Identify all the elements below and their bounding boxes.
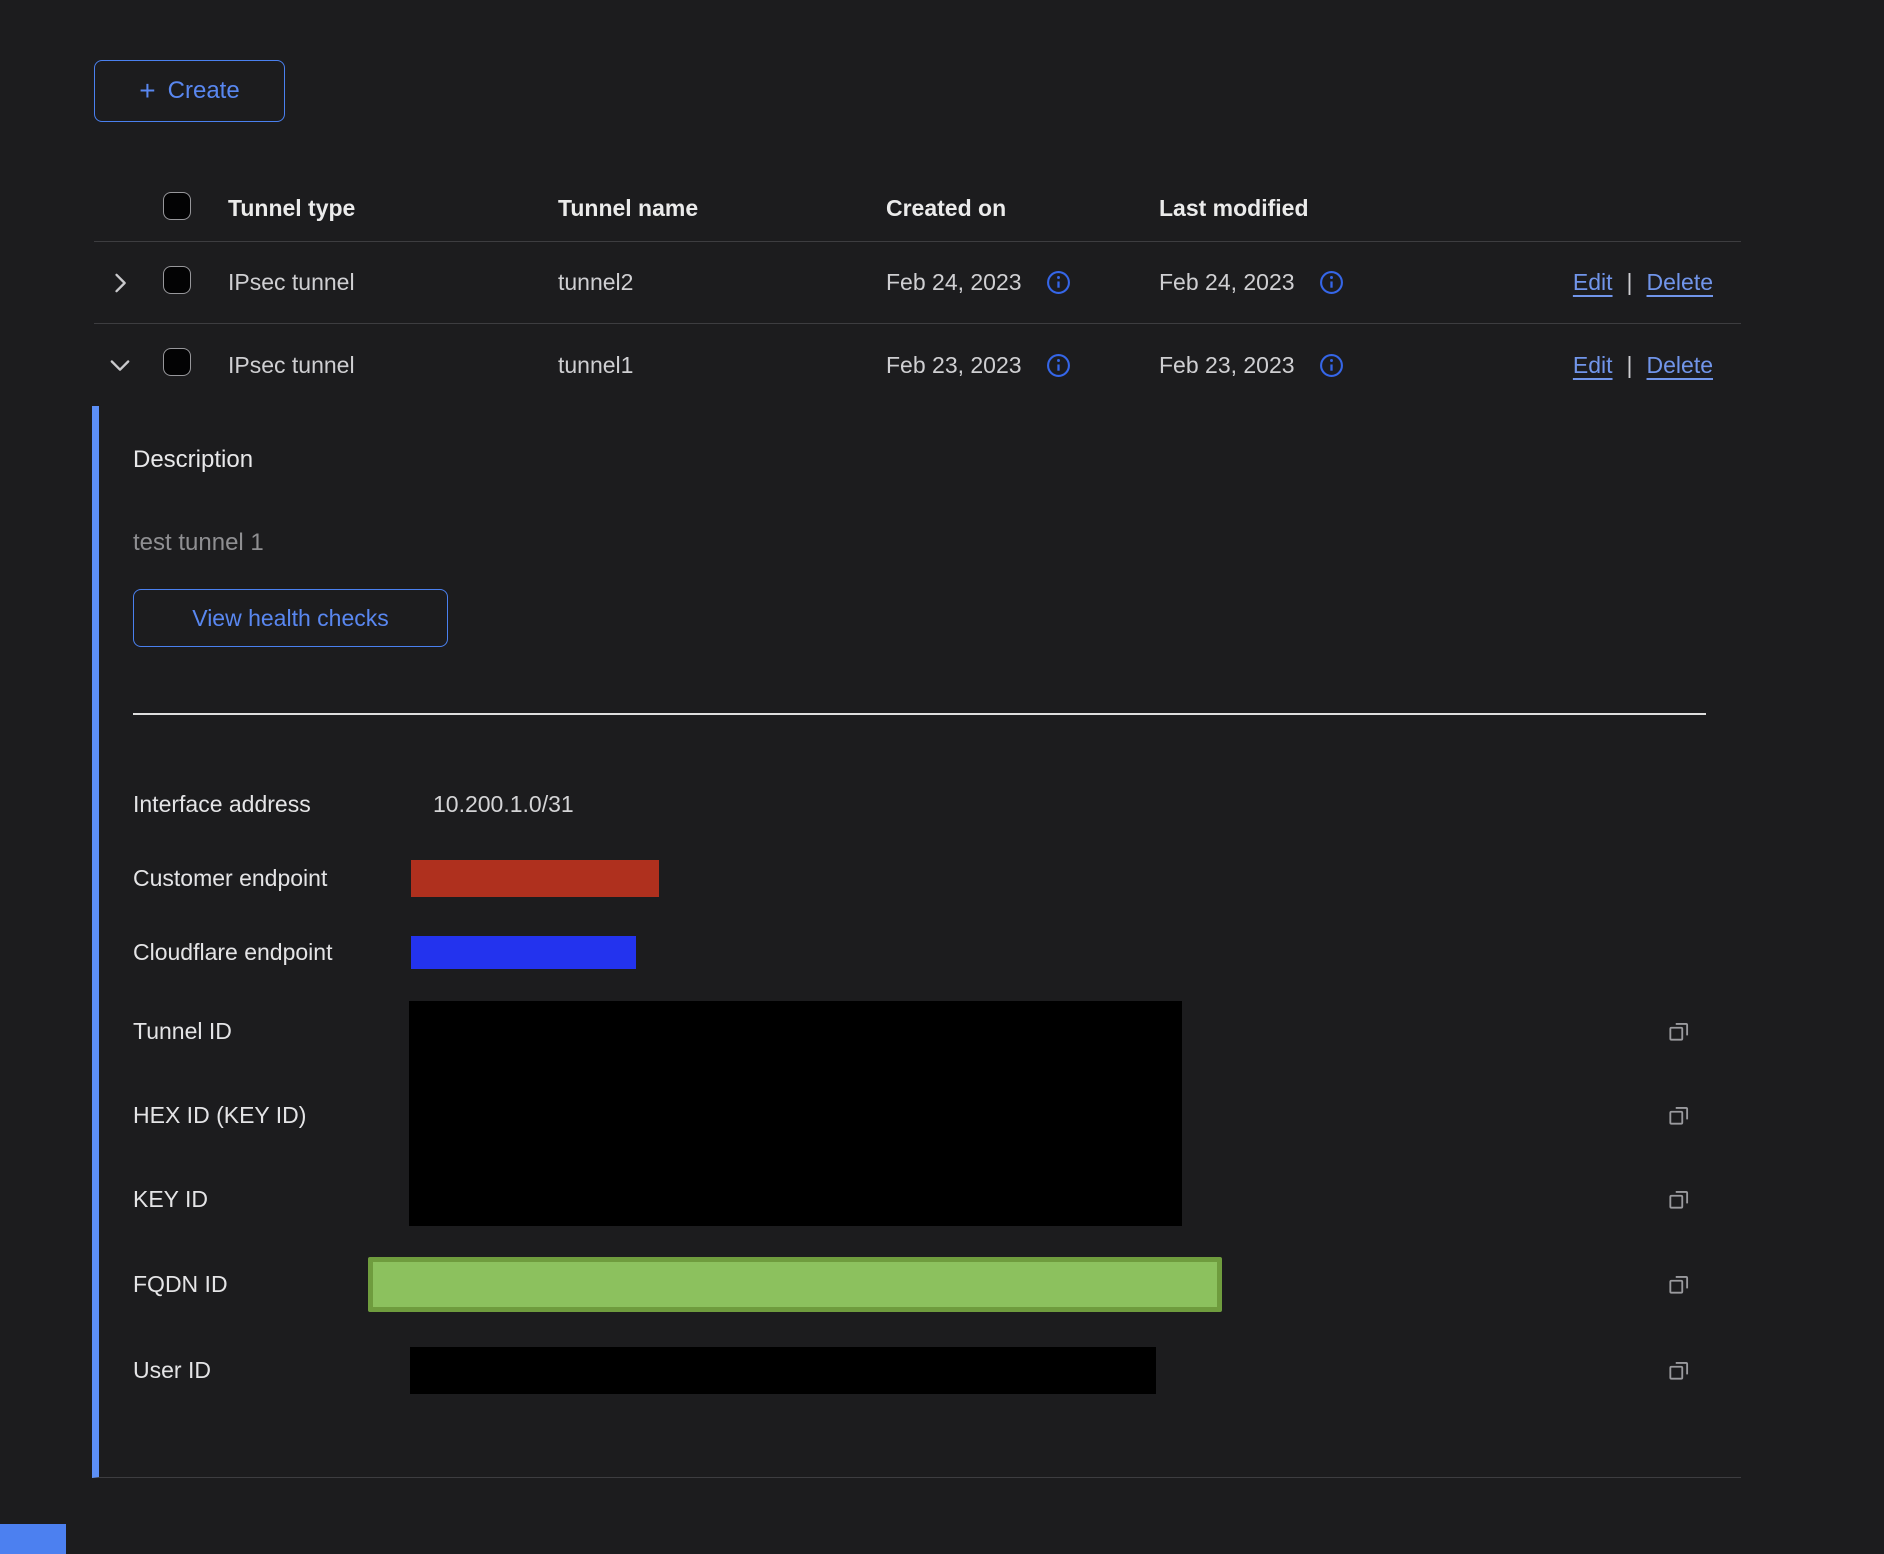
action-separator: | (1627, 269, 1633, 296)
collapse-row-button[interactable] (106, 351, 134, 379)
redacted-user-id-value (410, 1347, 1156, 1394)
info-icon[interactable] (1046, 270, 1071, 295)
row-checkbox[interactable] (163, 266, 191, 294)
col-header-created-on: Created on (886, 195, 1159, 222)
redacted-cloudflare-endpoint-value (411, 936, 636, 969)
ipsec-tunnels-page: + Create Tunnel type Tunnel name Created… (0, 0, 1884, 1554)
field-label: Tunnel ID (133, 989, 409, 1073)
action-separator: | (1627, 352, 1633, 379)
copy-hex-id-button[interactable] (1666, 1102, 1692, 1128)
redacted-fqdn-id-value (368, 1257, 1222, 1312)
row-checkbox[interactable] (163, 348, 191, 376)
tunnel-name-cell: tunnel2 (558, 269, 886, 296)
view-health-checks-button[interactable]: View health checks (133, 589, 448, 647)
created-on-cell: Feb 24, 2023 (886, 269, 1022, 296)
tunnel-name-cell: tunnel1 (558, 352, 886, 379)
table-row: IPsec tunnel tunnel2 Feb 24, 2023 Feb 24… (94, 242, 1741, 324)
copy-icon (1666, 1357, 1692, 1383)
col-header-last-modified: Last modified (1159, 195, 1514, 222)
copy-icon (1666, 1186, 1692, 1212)
delete-link[interactable]: Delete (1647, 269, 1713, 296)
redacted-ids-value (409, 1001, 1182, 1226)
copy-icon (1666, 1018, 1692, 1044)
table-row: IPsec tunnel tunnel1 Feb 23, 2023 Feb 23… (94, 324, 1741, 406)
col-header-tunnel-type: Tunnel type (228, 195, 558, 222)
field-user-id: User ID (133, 1327, 1741, 1413)
delete-link[interactable]: Delete (1647, 352, 1713, 379)
description-value: test tunnel 1 (133, 529, 1741, 557)
description-label: Description (133, 446, 1741, 474)
field-interface-address: Interface address 10.200.1.0/31 (133, 767, 1741, 841)
table-header: Tunnel type Tunnel name Created on Last … (94, 156, 1741, 242)
expanded-tunnel-panel: Description test tunnel 1 View health ch… (92, 406, 1741, 1478)
plus-icon: + (139, 77, 155, 105)
create-button-label: Create (168, 77, 240, 105)
info-icon[interactable] (1319, 353, 1344, 378)
chevron-right-icon (106, 269, 134, 297)
info-icon[interactable] (1319, 270, 1344, 295)
panel-divider (133, 713, 1706, 715)
field-label: Cloudflare endpoint (133, 939, 409, 966)
select-all-checkbox[interactable] (163, 192, 191, 220)
expand-row-button[interactable] (106, 269, 134, 297)
copy-tunnel-id-button[interactable] (1666, 1018, 1692, 1044)
edit-link[interactable]: Edit (1573, 269, 1613, 296)
copy-key-id-button[interactable] (1666, 1186, 1692, 1212)
last-modified-cell: Feb 24, 2023 (1159, 269, 1295, 296)
col-header-tunnel-name: Tunnel name (558, 195, 886, 222)
field-label: HEX ID (KEY ID) (133, 1073, 409, 1157)
tunnel-type-cell: IPsec tunnel (228, 269, 558, 296)
copy-icon (1666, 1271, 1692, 1297)
field-fqdn-id: FQDN ID (133, 1241, 1741, 1327)
tunnels-table: Tunnel type Tunnel name Created on Last … (94, 156, 1741, 406)
created-on-cell: Feb 23, 2023 (886, 352, 1022, 379)
field-label: Customer endpoint (133, 865, 409, 892)
bottom-left-accent (0, 1524, 66, 1554)
copy-icon (1666, 1102, 1692, 1128)
redacted-customer-endpoint-value (411, 860, 659, 897)
create-button[interactable]: + Create (94, 60, 285, 122)
chevron-down-icon (106, 351, 134, 379)
copy-fqdn-id-button[interactable] (1666, 1271, 1692, 1297)
tunnel-type-cell: IPsec tunnel (228, 352, 558, 379)
field-label: User ID (133, 1357, 409, 1384)
tunnel-detail-fields: Interface address 10.200.1.0/31 Customer… (133, 767, 1741, 1413)
last-modified-cell: Feb 23, 2023 (1159, 352, 1295, 379)
edit-link[interactable]: Edit (1573, 352, 1613, 379)
field-group-ids: Tunnel ID HEX ID (KEY ID) KEY ID (133, 989, 1741, 1241)
field-label: KEY ID (133, 1157, 409, 1241)
field-label: Interface address (133, 791, 409, 818)
field-cloudflare-endpoint: Cloudflare endpoint (133, 915, 1741, 989)
info-icon[interactable] (1046, 353, 1071, 378)
copy-user-id-button[interactable] (1666, 1357, 1692, 1383)
interface-address-value: 10.200.1.0/31 (409, 791, 574, 818)
field-customer-endpoint: Customer endpoint (133, 841, 1741, 915)
